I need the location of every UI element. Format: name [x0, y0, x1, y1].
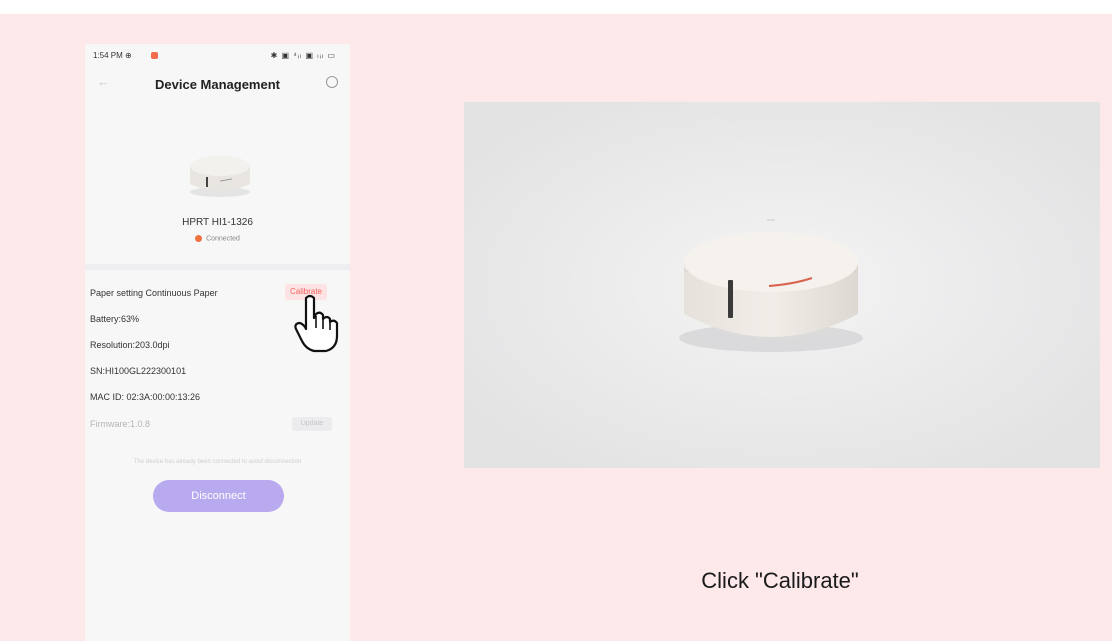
device-image: [190, 156, 250, 197]
printer-photo-illustration: [464, 102, 1100, 468]
notification-icon: [151, 52, 158, 59]
status-icons: ✱ ▣ ⁴ᵢₗ ▣ ₗᵢₗ ▭: [270, 51, 336, 60]
section-divider: [85, 264, 350, 270]
mac-id-row: MAC ID: 02:3A:00:00:13:26: [90, 392, 201, 402]
connected-icon: [195, 235, 203, 242]
resolution-row: Resolution:203.0dpi: [90, 340, 170, 350]
update-button[interactable]: Update: [292, 417, 332, 431]
product-photo: [464, 102, 1100, 468]
disconnect-button[interactable]: Disconnect: [153, 480, 284, 512]
hand-pointer-icon: [294, 294, 339, 353]
hint-text: The device has already been connected to…: [133, 459, 302, 465]
instruction-caption: Click "Calibrate": [701, 568, 859, 593]
device-name: HPRT HI1-1326: [182, 217, 253, 228]
connection-label: Connected: [206, 235, 240, 243]
more-circle-icon[interactable]: [326, 76, 338, 88]
page-title: Device Management: [155, 77, 280, 92]
battery-row: Battery:63%: [90, 314, 140, 324]
header-bar: ← Device Management: [85, 70, 350, 98]
firmware-row: Firmware:1.0.8: [90, 419, 151, 429]
serial-number-row: SN:HI100GL222300101: [90, 366, 187, 376]
paper-setting-row: Paper setting Continuous Paper: [90, 288, 218, 298]
connection-status: Connected: [85, 235, 350, 242]
phone-screen: 1:54 PM ⊕ ✱ ▣ ⁴ᵢₗ ▣ ₗᵢₗ ▭ ← Device Manag…: [85, 44, 350, 641]
status-time: 1:54 PM ⊕: [93, 51, 132, 60]
status-bar: 1:54 PM ⊕ ✱ ▣ ⁴ᵢₗ ▣ ₗᵢₗ ▭: [85, 50, 350, 64]
